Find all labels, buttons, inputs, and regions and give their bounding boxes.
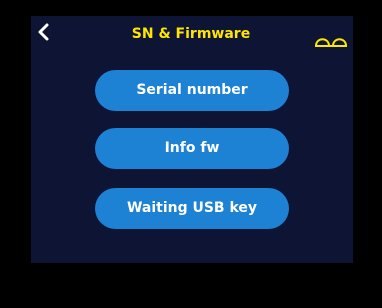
serial-number-button[interactable]: Serial number <box>95 70 289 111</box>
screen-panel: SN & Firmware Serial number Info fw Wait… <box>31 16 353 263</box>
page-title: SN & Firmware <box>131 26 251 42</box>
back-button[interactable] <box>35 22 53 42</box>
device-status-icon <box>315 38 347 47</box>
info-fw-button[interactable]: Info fw <box>95 128 289 169</box>
waiting-usb-key-button[interactable]: Waiting USB key <box>95 188 289 229</box>
chevron-left-icon <box>38 23 49 41</box>
